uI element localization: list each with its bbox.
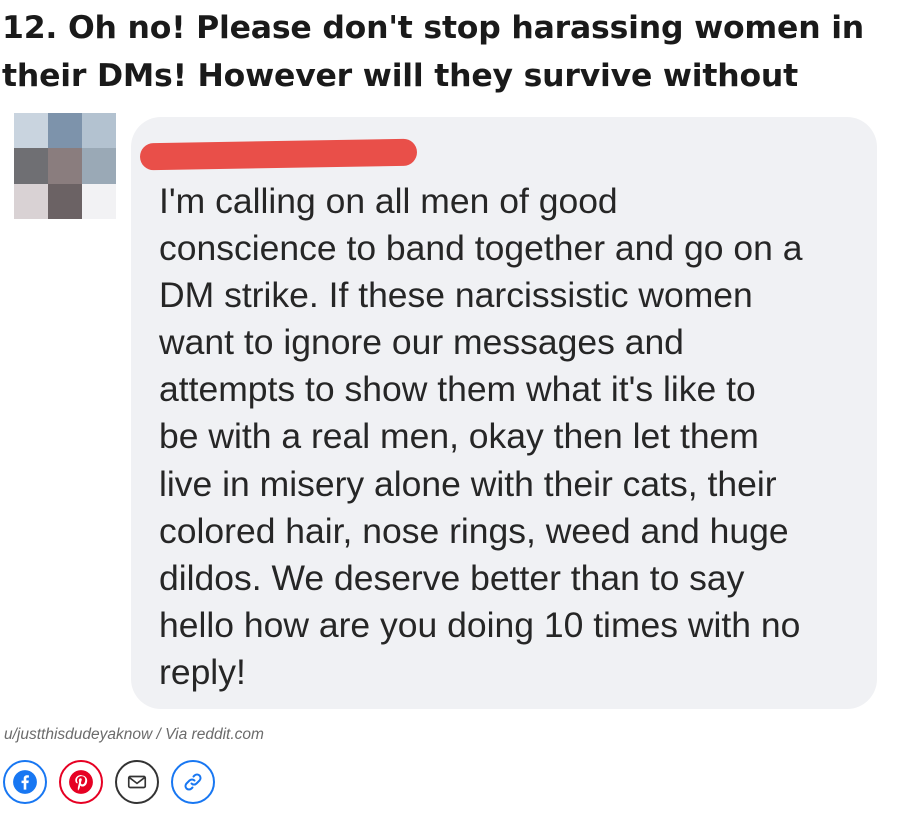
image-credit: u/justthisdudeyaknow / Via reddit.com <box>4 726 264 743</box>
email-icon <box>127 775 147 789</box>
share-bar <box>3 760 215 808</box>
share-pinterest-button[interactable] <box>59 760 103 804</box>
blurred-avatar <box>14 113 116 219</box>
share-facebook-button[interactable] <box>3 760 47 804</box>
pinterest-icon <box>69 770 93 794</box>
facebook-icon <box>13 770 37 794</box>
link-icon <box>184 773 202 791</box>
comment-text: I'm calling on all men of good conscienc… <box>159 181 803 692</box>
copy-link-button[interactable] <box>171 760 215 804</box>
redacted-username <box>139 138 418 171</box>
share-email-button[interactable] <box>115 760 159 804</box>
